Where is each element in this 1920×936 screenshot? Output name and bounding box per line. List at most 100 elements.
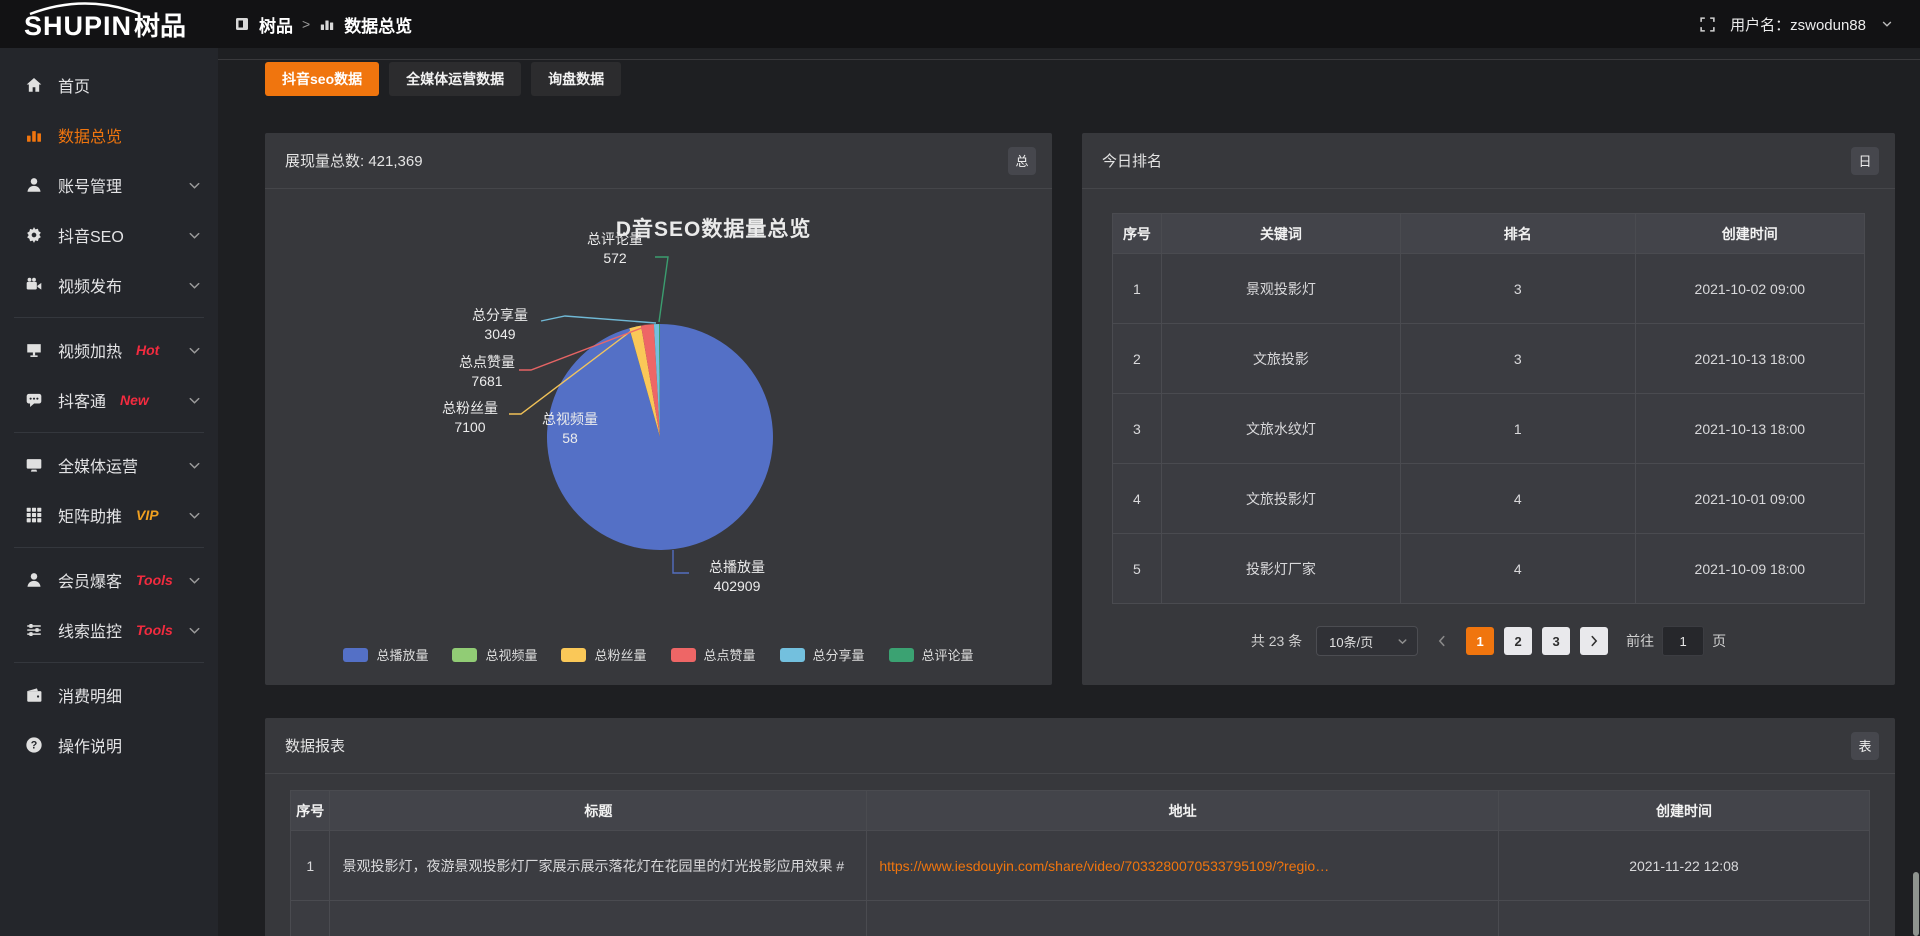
report-link[interactable]: https://www.iesdouyin.com/share/video/70…	[879, 858, 1329, 874]
sidebar-item-matrix-boost[interactable]: 矩阵助推VIP	[0, 490, 218, 540]
ranking-column-header: 排名	[1401, 214, 1636, 254]
table-cell: 1	[1113, 254, 1162, 324]
table-cell: 3	[1401, 324, 1636, 394]
pagination-total: 共 23 条	[1251, 631, 1302, 651]
sidebar-item-douyin-seo[interactable]: 抖音SEO	[0, 210, 218, 260]
prev-page-button[interactable]	[1428, 627, 1456, 655]
grid-icon	[25, 506, 43, 524]
ranking-badge-button[interactable]: 日	[1851, 147, 1879, 175]
ranking-panel: 今日排名 日 序号关键词排名创建时间 1景观投影灯32021-10-02 09:…	[1082, 133, 1895, 685]
tab-douyin-seo-data[interactable]: 抖音seo数据	[265, 62, 379, 96]
report-badge-button[interactable]: 表	[1851, 732, 1879, 760]
goto-suffix: 页	[1712, 631, 1726, 651]
legend-swatch	[780, 648, 805, 662]
pie-label-likes: 总点赞量7681	[459, 353, 515, 391]
breadcrumb-current[interactable]: 数据总览	[344, 12, 412, 37]
table-cell: 2	[1113, 324, 1162, 394]
breadcrumb-separator: >	[302, 16, 310, 32]
page-button-1[interactable]: 1	[1466, 627, 1494, 655]
breadcrumb-page-icon	[319, 16, 335, 32]
legend-item-总视频量[interactable]: 总视频量	[452, 645, 537, 664]
page-button-2[interactable]: 2	[1504, 627, 1532, 655]
ranking-table: 序号关键词排名创建时间 1景观投影灯32021-10-02 09:002文旅投影…	[1112, 213, 1865, 604]
legend-label: 总评论量	[922, 645, 974, 664]
chevron-down-icon[interactable]	[1880, 17, 1894, 31]
sidebar-item-media-operation[interactable]: 全媒体运营	[0, 440, 218, 490]
legend-label: 总点赞量	[704, 645, 756, 664]
app-logo[interactable]: SHUPIN 树品	[0, 0, 218, 48]
table-cell: 4	[1113, 464, 1162, 534]
home-icon	[25, 76, 43, 94]
sidebar-item-account-manage[interactable]: 账号管理	[0, 160, 218, 210]
legend-item-总评论量[interactable]: 总评论量	[889, 645, 974, 664]
table-cell: 5	[1113, 534, 1162, 604]
ranking-column-header: 序号	[1113, 214, 1162, 254]
scrollbar-thumb[interactable]	[1913, 872, 1919, 936]
table-cell: 2021-10-01 09:00	[1635, 464, 1864, 534]
chevron-down-icon	[187, 458, 202, 473]
sidebar-item-label: 首页	[58, 73, 90, 97]
legend-label: 总视频量	[485, 645, 537, 664]
legend-item-总播放量[interactable]: 总播放量	[343, 645, 428, 664]
table-cell: 1	[1401, 394, 1636, 464]
legend-item-总粉丝量[interactable]: 总粉丝量	[561, 645, 646, 664]
chevron-down-icon	[187, 178, 202, 193]
gear-icon	[25, 226, 43, 244]
sidebar-item-tag: Hot	[136, 342, 159, 358]
sidebar-item-consume-detail[interactable]: 消费明细	[0, 670, 218, 720]
sidebar: 首页数据总览账号管理抖音SEO视频发布视频加热Hot抖客通New 全媒体运营矩阵助…	[0, 48, 218, 936]
legend-item-总分享量[interactable]: 总分享量	[780, 645, 865, 664]
tab-inquiry-data[interactable]: 询盘数据	[531, 62, 621, 96]
sidebar-item-label: 账号管理	[58, 173, 122, 197]
chevron-down-icon	[187, 623, 202, 638]
legend-item-总点赞量[interactable]: 总点赞量	[671, 645, 756, 664]
table-cell: 4	[1401, 534, 1636, 604]
sidebar-item-video-heat[interactable]: 视频加热Hot	[0, 325, 218, 375]
report-time-cell: 2021-11-22 12:08	[1498, 831, 1869, 901]
table-row	[291, 901, 1870, 936]
wallet-icon	[25, 686, 43, 704]
report-column-header: 地址	[867, 791, 1499, 831]
table-cell: 2021-10-13 18:00	[1635, 324, 1864, 394]
sidebar-item-label: 会员爆客	[58, 568, 122, 592]
legend-label: 总分享量	[813, 645, 865, 664]
user-icon	[25, 176, 43, 194]
page-size-select[interactable]: 10条/页	[1316, 626, 1418, 656]
table-cell: 文旅水纹灯	[1161, 394, 1400, 464]
sidebar-item-home[interactable]: 首页	[0, 60, 218, 110]
table-cell: 3	[1401, 254, 1636, 324]
sidebar-item-video-publish[interactable]: 视频发布	[0, 260, 218, 310]
tab-media-operation-data[interactable]: 全媒体运营数据	[389, 62, 521, 96]
overview-panel-title: 展现量总数: 421,369	[285, 150, 423, 171]
sidebar-item-clue-monitor[interactable]: 线索监控Tools	[0, 605, 218, 655]
table-row: 3文旅水纹灯12021-10-13 18:00	[1113, 394, 1865, 464]
pagination: 共 23 条 10条/页 123 前往 页	[1112, 626, 1865, 656]
table-cell: 4	[1401, 464, 1636, 534]
next-page-button[interactable]	[1580, 627, 1608, 655]
legend-swatch	[343, 648, 368, 662]
sidebar-item-label: 线索监控	[58, 618, 122, 642]
breadcrumb-root[interactable]: 树品	[259, 12, 293, 37]
chevron-down-icon	[187, 343, 202, 358]
username-label[interactable]: 用户名：zswodun88	[1730, 14, 1866, 35]
report-panel: 数据报表 表 序号标题地址创建时间 1景观投影灯，夜游景观投影灯厂家展示展示落花…	[265, 718, 1895, 936]
sidebar-item-operation-guide[interactable]: ?操作说明	[0, 720, 218, 770]
table-cell: 文旅投影	[1161, 324, 1400, 394]
table-row: 2文旅投影32021-10-13 18:00	[1113, 324, 1865, 394]
pie-label-videos: 总视频量58	[542, 410, 598, 448]
legend-swatch	[561, 648, 586, 662]
svg-text:?: ?	[31, 740, 38, 752]
goto-page-input[interactable]	[1662, 626, 1704, 656]
sidebar-item-douketong[interactable]: 抖客通New	[0, 375, 218, 425]
overview-badge-button[interactable]: 总	[1008, 147, 1036, 175]
report-column-header: 创建时间	[1498, 791, 1869, 831]
sidebar-item-member-burst[interactable]: 会员爆客Tools	[0, 555, 218, 605]
table-row: 1景观投影灯32021-10-02 09:00	[1113, 254, 1865, 324]
report-title-cell: 景观投影灯，夜游景观投影灯厂家展示展示落花灯在花园里的灯光投影应用效果 #	[330, 831, 867, 901]
sidebar-item-data-overview[interactable]: 数据总览	[0, 110, 218, 160]
page-button-3[interactable]: 3	[1542, 627, 1570, 655]
fullscreen-icon[interactable]	[1699, 16, 1716, 33]
table-row: 1景观投影灯，夜游景观投影灯厂家展示展示落花灯在花园里的灯光投影应用效果 #ht…	[291, 831, 1870, 901]
table-cell	[867, 901, 1499, 936]
sidebar-item-label: 全媒体运营	[58, 453, 138, 477]
